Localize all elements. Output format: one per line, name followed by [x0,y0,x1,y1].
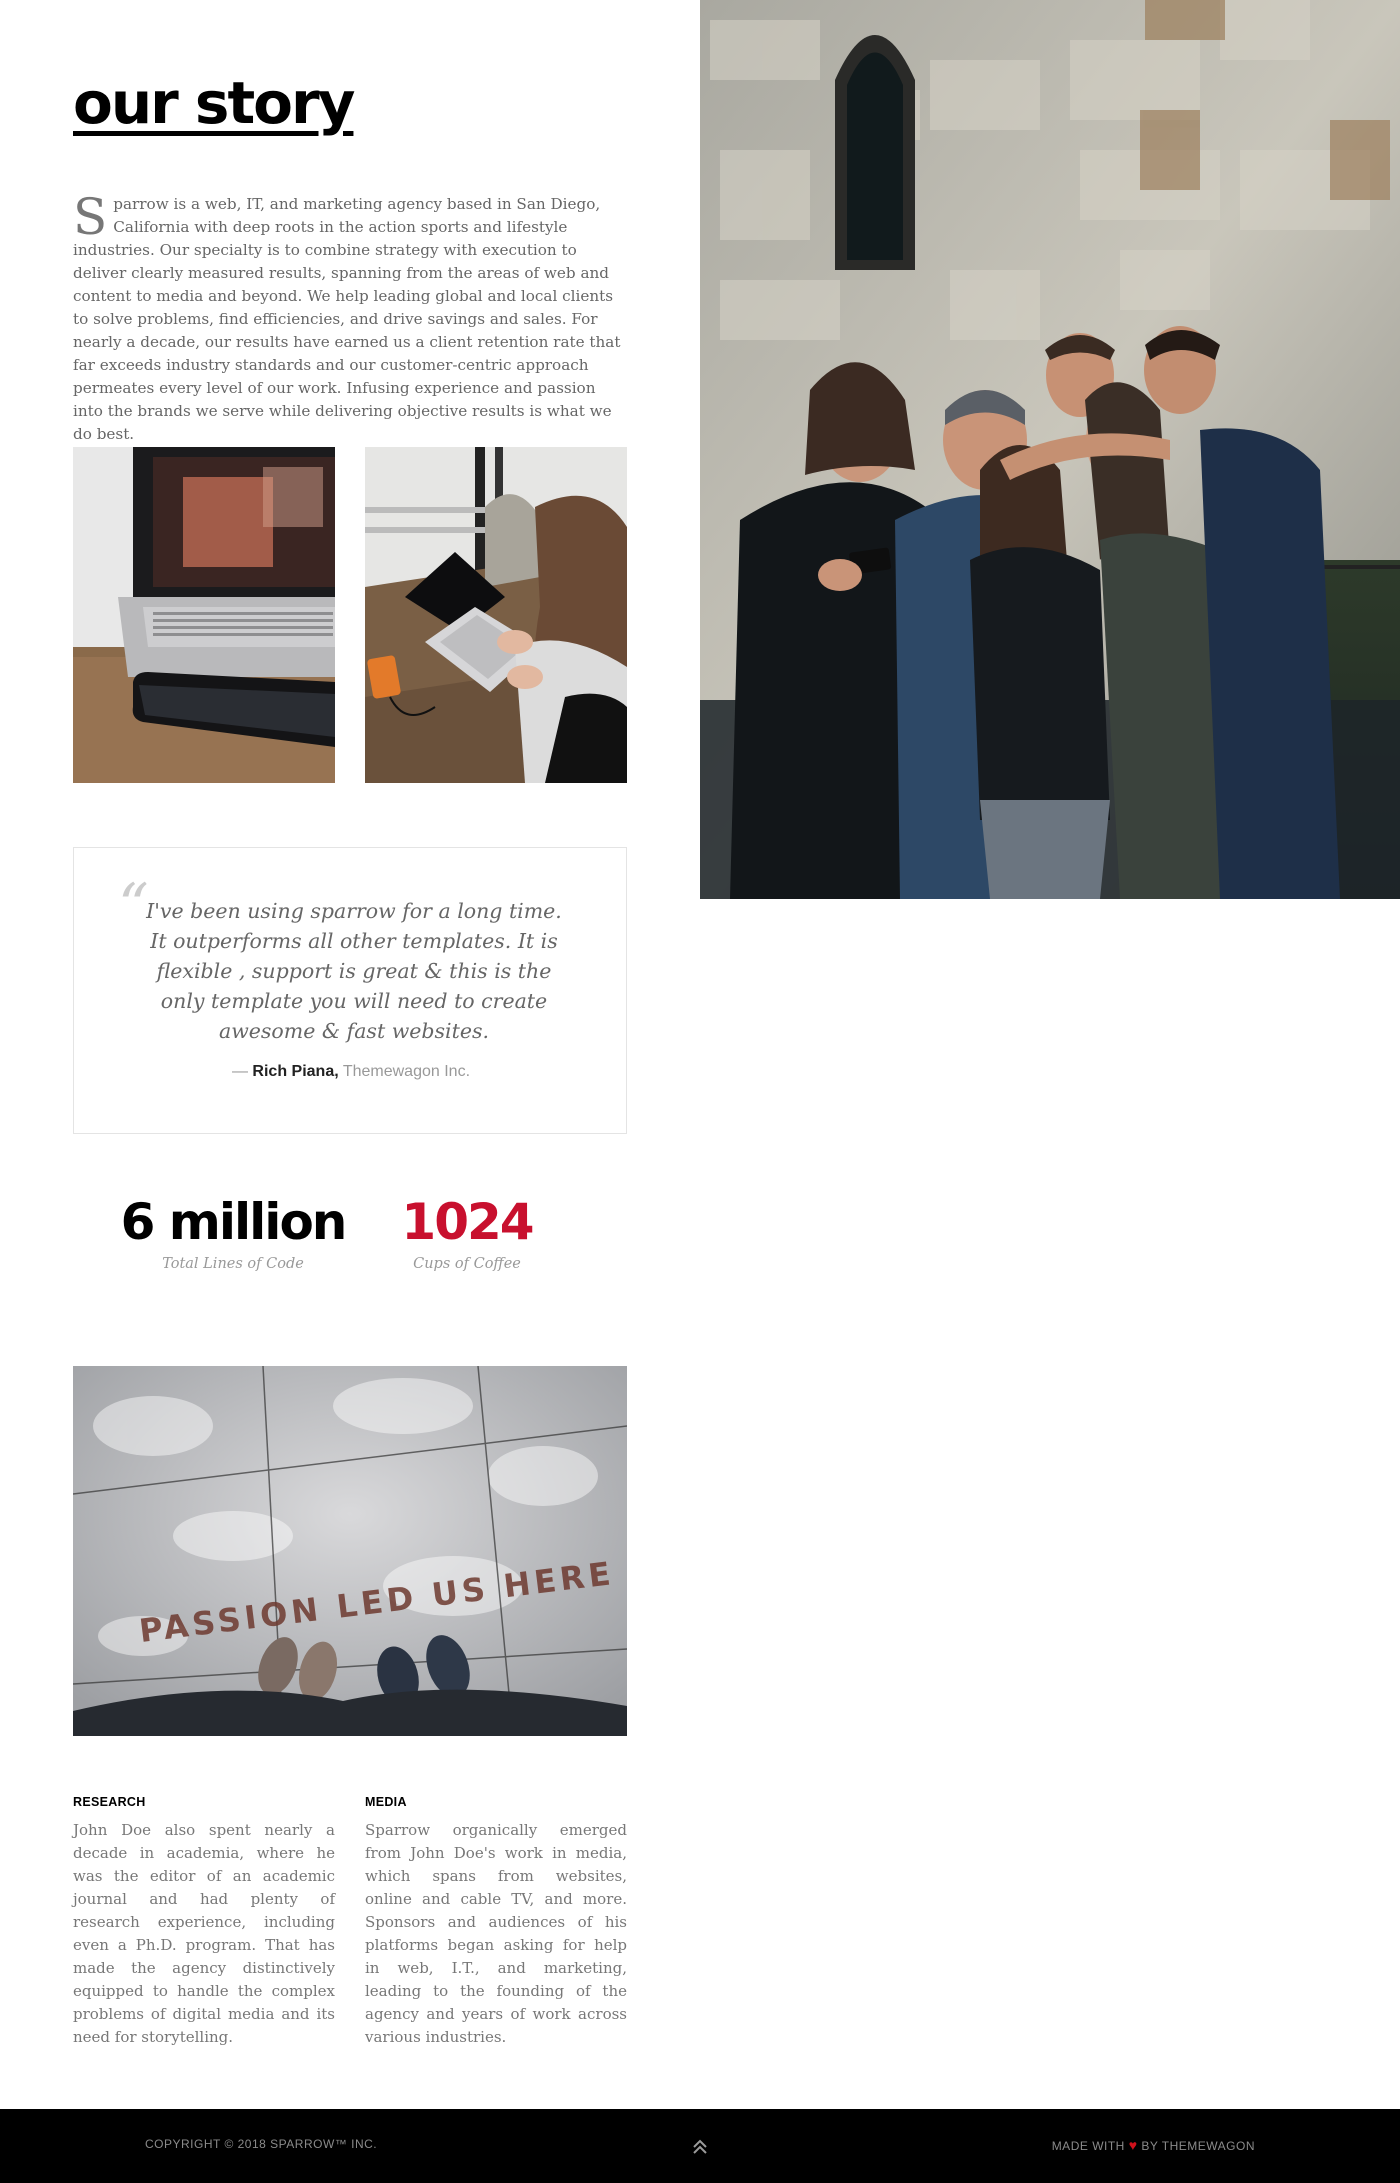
media-column: MEDIA Sparrow organically emerged from J… [365,1795,627,2049]
laptop-and-phone-photo [73,447,335,783]
footer-credit: MADE WITH ♥ BY THEMEWAGON [1052,2137,1255,2153]
page-title: our story [73,69,355,137]
woman-working-on-laptop-photo [365,447,627,783]
stat-cups-of-coffee: 1024 Cups of Coffee [377,1193,557,1273]
stat-value: 6 million [120,1193,348,1251]
group-selfie-photo [700,0,1400,899]
made-with-text: MADE WITH [1051,2139,1125,2153]
research-text: John Doe also spent nearly a decade in a… [73,1821,335,2046]
double-chevron-up-icon [693,2139,707,2154]
citation-dash: — [231,1063,253,1080]
testimonial-citation: — Rich Piana, Themewagon Inc. [74,1063,628,1081]
stat-lines-of-code: 6 million Total Lines of Code [105,1193,361,1273]
media-heading: MEDIA [365,1795,407,1809]
by-themewagon-link[interactable]: BY THEMEWAGON [1141,2139,1255,2153]
footer-copyright: COPYRIGHT © 2018 SPARROW™ INC. [145,2137,378,2151]
stat-label: Cups of Coffee [413,1256,521,1272]
testimonial-author: Rich Piana, [252,1063,339,1080]
heart-icon: ♥ [1128,2137,1138,2153]
research-heading: RESEARCH [73,1795,146,1809]
testimonial-quote: I've been using sparrow for a long time.… [146,899,562,1043]
testimonial-card: “ I've been using sparrow for a long tim… [73,847,627,1134]
drop-cap: S [73,188,108,246]
back-to-top-button[interactable] [690,2131,710,2161]
footer: COPYRIGHT © 2018 SPARROW™ INC. MADE WITH… [0,2109,1400,2183]
research-column: RESEARCH John Doe also spent nearly a de… [73,1795,335,2049]
testimonial-company: Themewagon Inc. [342,1063,471,1080]
passion-led-us-here-photo: PASSION LED US HERE [73,1366,627,1736]
stat-value: 1024 [401,1193,534,1251]
intro-text: parrow is a web, IT, and marketing agenc… [73,195,621,443]
stat-label: Total Lines of Code [162,1256,304,1272]
intro-paragraph: Sparrow is a web, IT, and marketing agen… [73,188,627,446]
media-text: Sparrow organically emerged from John Do… [365,1821,627,2046]
